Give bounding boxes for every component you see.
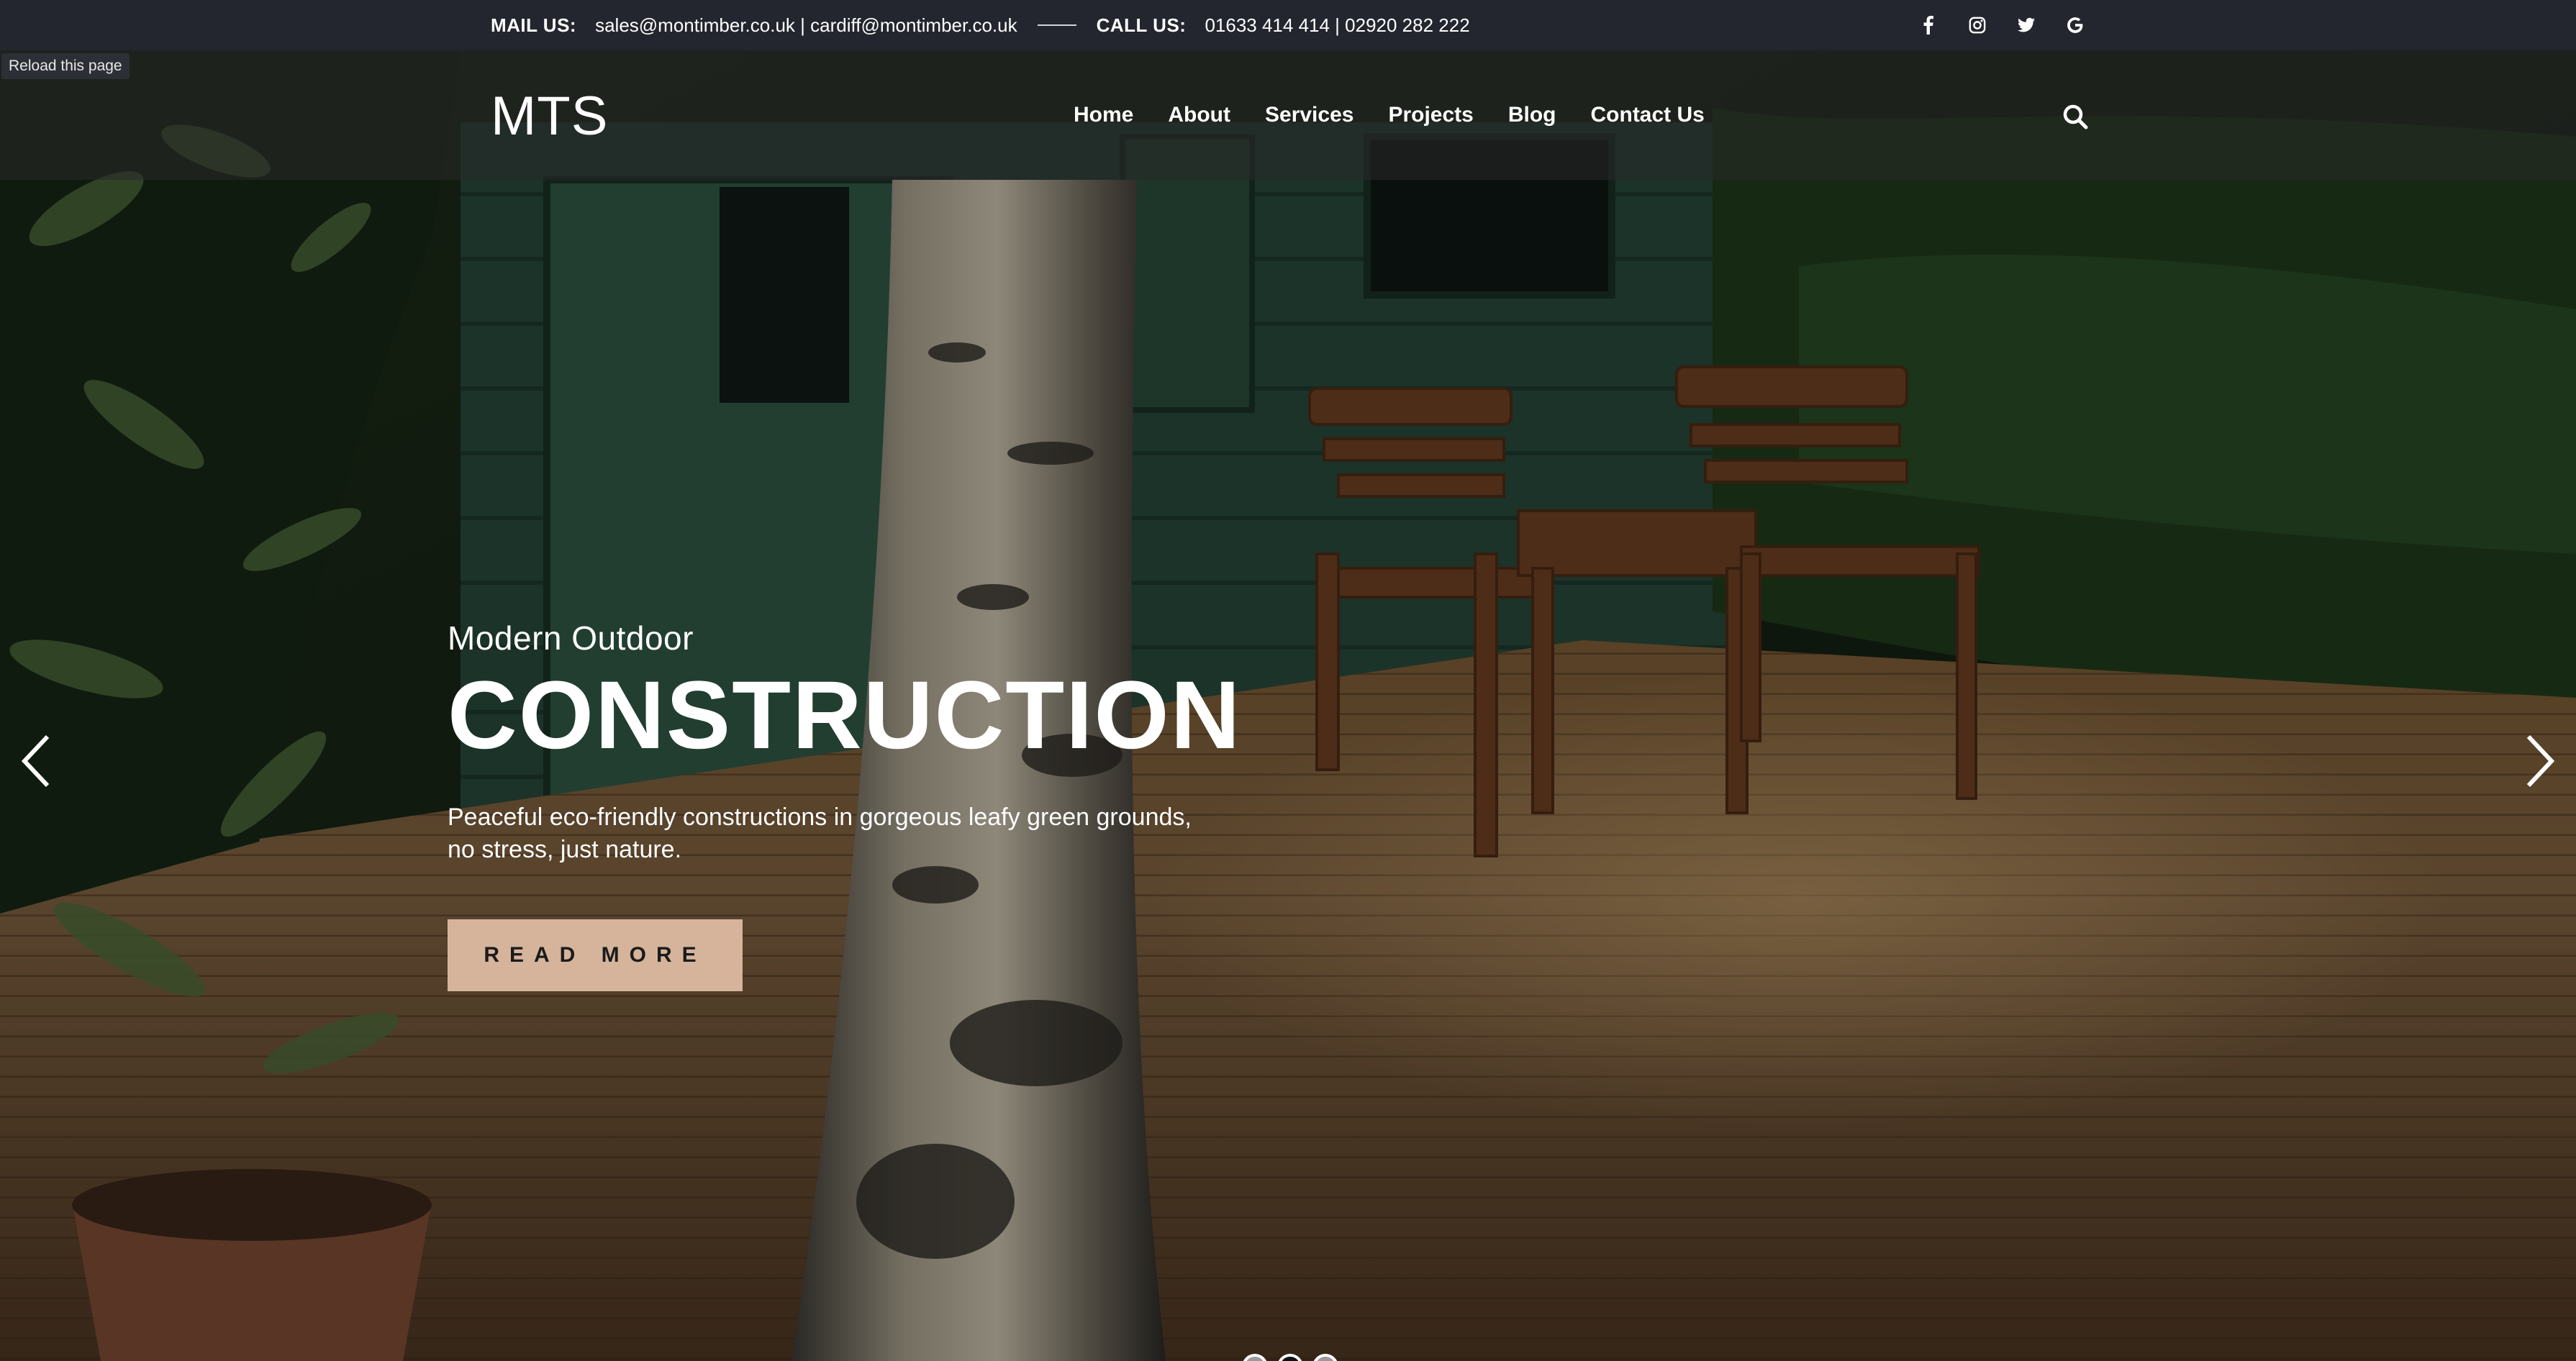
- nav-blog[interactable]: Blog: [1508, 103, 1556, 127]
- search-icon[interactable]: [2062, 104, 2088, 129]
- nav-contact-us[interactable]: Contact Us: [1591, 103, 1705, 127]
- nav-projects[interactable]: Projects: [1388, 103, 1473, 127]
- mail-label: MAIL US:: [491, 14, 577, 36]
- social-links: [1920, 0, 2084, 50]
- nav-services[interactable]: Services: [1265, 103, 1353, 127]
- slide-title: CONSTRUCTION: [448, 662, 1242, 769]
- google-icon[interactable]: [2067, 17, 2084, 34]
- site-logo[interactable]: MTS: [491, 85, 608, 147]
- call-label: CALL US:: [1096, 14, 1187, 36]
- slider-dot-1[interactable]: [1242, 1354, 1268, 1361]
- divider: [1037, 24, 1076, 26]
- slide-caption: Modern Outdoor CONSTRUCTION Peaceful eco…: [448, 619, 1268, 991]
- slide-subtitle: Modern Outdoor: [448, 619, 694, 657]
- main-menu: Home About Services Projects Blog Contac…: [1074, 50, 1705, 180]
- mail-value[interactable]: sales@montimber.co.uk | cardiff@montimbe…: [595, 14, 1017, 37]
- slide-description-line-1: Peaceful eco-friendly constructions in g…: [448, 804, 1192, 831]
- facebook-icon[interactable]: [1920, 16, 1937, 35]
- nav-about[interactable]: About: [1168, 103, 1230, 127]
- hero-slider: MTS Home About Services Projects Blog Co…: [0, 50, 2576, 1361]
- slider-dot-2[interactable]: [1277, 1354, 1303, 1361]
- twitter-icon[interactable]: [2018, 17, 2035, 34]
- slider-dot-3[interactable]: [1312, 1354, 1338, 1361]
- slide-description-line-2: no stress, just nature.: [448, 836, 682, 863]
- contact-info: MAIL US: sales@montimber.co.uk | cardiff…: [491, 0, 1470, 50]
- hero-background-image: [0, 50, 2576, 1361]
- slider-pagination: [1242, 1354, 1338, 1361]
- nav-home[interactable]: Home: [1074, 103, 1133, 127]
- chevron-left-icon[interactable]: [19, 732, 55, 790]
- slide-description: Peaceful eco-friendly constructions in g…: [448, 801, 1268, 866]
- instagram-icon[interactable]: [1969, 17, 1986, 34]
- read-more-button[interactable]: READ MORE: [448, 919, 743, 991]
- call-value[interactable]: 01633 414 414 | 02920 282 222: [1205, 14, 1469, 37]
- chevron-right-icon[interactable]: [2521, 732, 2557, 790]
- top-info-bar: MAIL US: sales@montimber.co.uk | cardiff…: [0, 0, 2576, 50]
- main-navbar: MTS Home About Services Projects Blog Co…: [0, 50, 2576, 180]
- reload-tooltip: Reload this page: [1, 53, 130, 79]
